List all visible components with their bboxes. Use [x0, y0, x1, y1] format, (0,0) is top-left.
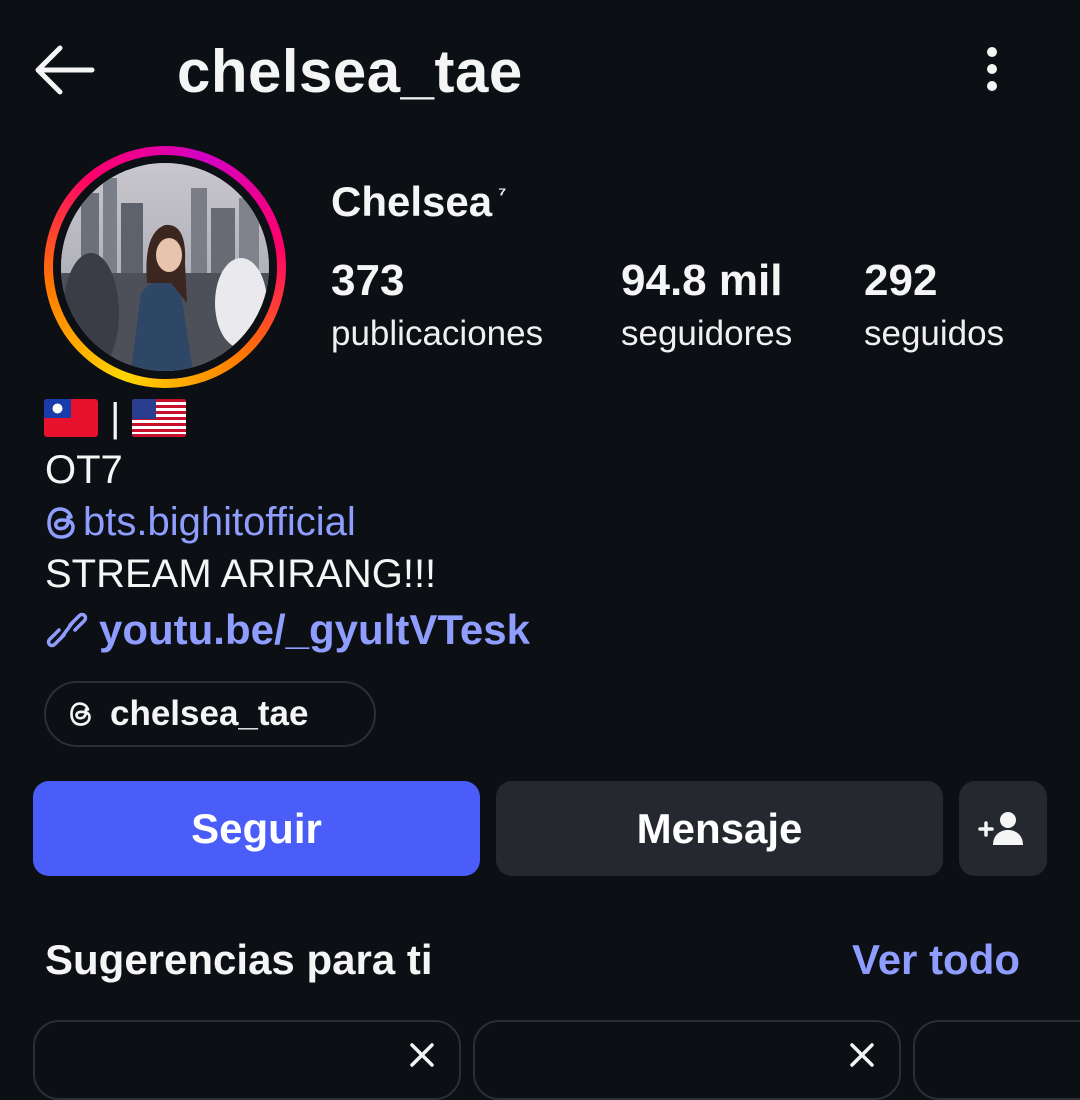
followers-label[interactable]: seguidores — [621, 314, 792, 354]
follow-button[interactable]: Seguir — [33, 781, 480, 876]
close-icon[interactable] — [847, 1040, 877, 1070]
bio-link-text[interactable]: youtu.be/_gyultVTesk — [99, 606, 530, 654]
display-name-text: Chelsea — [331, 178, 493, 225]
close-icon[interactable] — [407, 1040, 437, 1070]
page-title: chelsea_tae — [177, 38, 523, 105]
bio-threads-mention[interactable]: bts.bighitofficial — [45, 500, 356, 545]
bio-flags-line: | — [44, 395, 187, 440]
suggestions-title: Sugerencias para ti — [45, 936, 433, 983]
see-all-link[interactable]: Ver todo — [852, 936, 1020, 984]
bio-link[interactable]: youtu.be/_gyultVTesk — [45, 606, 530, 654]
avatar-photo — [61, 163, 269, 371]
flag-usa-icon — [132, 399, 187, 437]
flag-taiwan-icon — [44, 399, 98, 437]
followers-count[interactable]: 94.8 mil — [621, 256, 782, 306]
display-name-suffix: ⁷ — [498, 184, 507, 206]
suggestion-card[interactable] — [913, 1020, 1080, 1100]
bio-text-stream: STREAM ARIRANG!!! — [45, 552, 437, 596]
message-button[interactable]: Mensaje — [496, 781, 943, 876]
posts-count[interactable]: 373 — [331, 256, 404, 306]
posts-label[interactable]: publicaciones — [331, 314, 543, 354]
threads-icon — [47, 506, 75, 539]
bio-mention-text[interactable]: bts.bighitofficial — [83, 500, 356, 545]
bio-text-ot7: OT7 — [45, 448, 123, 492]
threads-icon — [70, 702, 91, 726]
more-options-button[interactable] — [972, 42, 1012, 98]
avatar[interactable] — [61, 163, 269, 371]
link-icon — [46, 612, 88, 648]
suggested-accounts-button[interactable] — [959, 781, 1047, 876]
display-name: Chelsea ⁷ — [331, 178, 506, 226]
following-label[interactable]: seguidos — [864, 314, 1004, 354]
back-button[interactable] — [30, 42, 100, 98]
following-count[interactable]: 292 — [864, 256, 937, 306]
suggestion-card[interactable] — [473, 1020, 901, 1100]
arrow-left-icon — [35, 45, 95, 95]
threads-chip-label: chelsea_tae — [110, 694, 309, 733]
bio-separator: | — [110, 395, 121, 440]
suggestion-card[interactable] — [33, 1020, 461, 1100]
add-person-icon — [978, 811, 1023, 845]
threads-profile-chip[interactable]: chelsea_tae — [44, 681, 376, 747]
more-vertical-icon — [987, 47, 997, 91]
